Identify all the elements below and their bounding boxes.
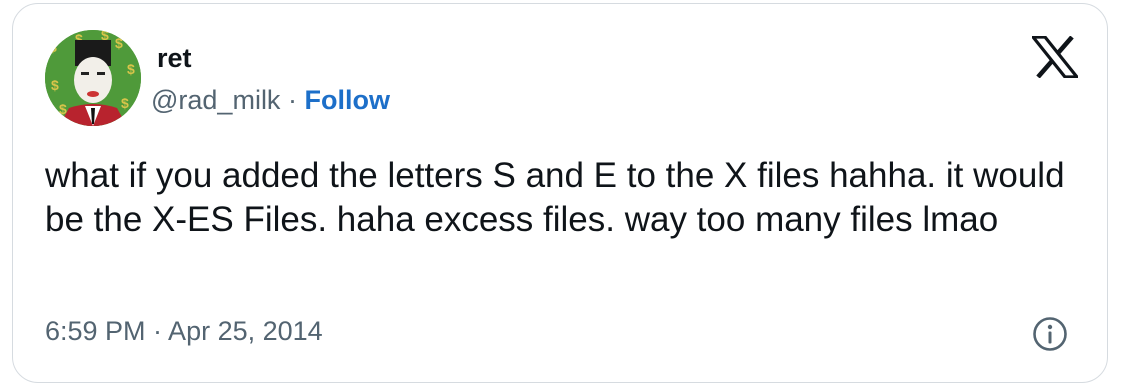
tweet-text: what if you added the letters S and E to…	[45, 156, 1065, 239]
author-handle-line: @rad_milk · Follow	[151, 82, 390, 118]
tweet-card[interactable]: $ $ $ $ $ $ $ $ ret @rad_milk · Follow what i…	[12, 3, 1108, 383]
x-logo-icon[interactable]	[1029, 35, 1081, 79]
author-display-name[interactable]: ret	[157, 42, 192, 74]
follow-button[interactable]: Follow	[304, 85, 389, 115]
svg-text:$: $	[49, 39, 57, 55]
author-handle[interactable]: @rad_milk	[151, 85, 280, 115]
avatar-image: $ $$ $$ $ $ $	[45, 30, 141, 126]
svg-text:$: $	[115, 35, 123, 51]
svg-text:$: $	[127, 61, 135, 77]
svg-text:$: $	[51, 77, 59, 93]
avatar[interactable]: $ $ $ $ $ $ $ $	[45, 30, 141, 126]
tweet-timestamp[interactable]: 6:59 PM · Apr 25, 2014	[45, 313, 323, 349]
info-icon[interactable]	[1032, 316, 1068, 352]
svg-text:$: $	[121, 95, 129, 111]
separator: ·	[287, 85, 297, 115]
